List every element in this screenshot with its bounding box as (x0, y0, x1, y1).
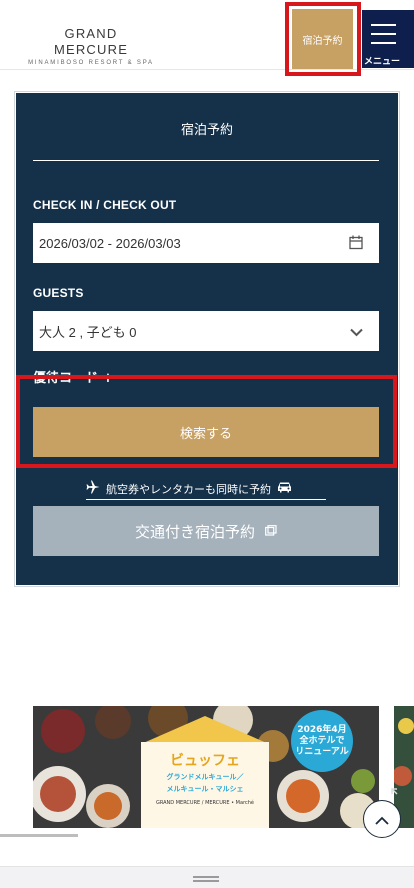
chevron-up-icon (375, 810, 389, 829)
badge-line1: 2026年4月 (297, 724, 347, 735)
logo-main-text: GRAND MERCURE (53, 26, 129, 57)
guests-select[interactable]: 大人 2 , 子ども 0 (33, 311, 379, 351)
banner-main-text: ビュッフェ (170, 753, 240, 769)
browser-bottom-bar (0, 866, 414, 888)
air-rental-link[interactable]: 航空券やレンタカーも同時に予約 (86, 478, 326, 500)
scroll-to-top-button[interactable] (363, 800, 401, 838)
booking-title: 宿泊予約 (180, 123, 233, 138)
buffet-banner[interactable]: ビュッフェ グランドメルキュール／ メルキュール・マルシェ GRAND MERC… (33, 706, 379, 828)
checkin-label: CHECK IN / CHECK OUT (33, 198, 177, 212)
guests-label: GUESTS (33, 286, 84, 300)
external-link-icon (265, 522, 277, 540)
badge-line2: 全ホテルで (299, 735, 345, 746)
banner-line3: GRAND MERCURE / MERCURE • Marché (155, 800, 255, 806)
transport-booking-label: 交通付き宿泊予約 (134, 522, 255, 541)
menu-icon-bar (371, 24, 396, 26)
menu-button[interactable]: メニュー (362, 10, 414, 68)
horizontal-scrollbar[interactable] (0, 834, 78, 837)
logo[interactable]: GRAND MERCURE MINAMIBOSO RESORT & SPA (26, 26, 156, 66)
renewal-badge: 2026年4月 全ホテルで リニューアル (291, 710, 353, 772)
reserve-button[interactable]: 宿泊予約 (292, 9, 353, 69)
air-rental-link-text: 航空券やレンタカーも同時に予約 (106, 482, 271, 496)
banner-line1: グランドメルキュール／ (166, 773, 244, 781)
chevron-down-icon (350, 325, 363, 340)
logo-sub-text: MINAMIBOSO RESORT & SPA (28, 60, 154, 66)
badge-line3: リニューアル (295, 746, 349, 757)
drag-handle-line[interactable] (193, 876, 219, 878)
transport-booking-button[interactable]: 交通付き宿泊予約 (33, 506, 379, 556)
menu-label: メニュー (364, 57, 401, 67)
car-icon (277, 481, 292, 496)
airplane-icon (86, 480, 100, 497)
title-divider (33, 160, 379, 161)
search-highlight-box (16, 375, 397, 468)
guests-value: 大人 2 , 子ども 0 (39, 324, 137, 340)
banner-line2: メルキュール・マルシェ (166, 785, 244, 793)
date-range-value: 2026/03/02 - 2026/03/03 (39, 235, 181, 251)
house-roof-shape (141, 716, 269, 744)
date-range-field[interactable]: 2026/03/02 - 2026/03/03 (33, 223, 379, 263)
menu-icon-bar (371, 33, 396, 35)
menu-icon-bar (371, 42, 396, 44)
drag-handle-line[interactable] (193, 880, 219, 882)
calendar-icon (349, 235, 363, 253)
